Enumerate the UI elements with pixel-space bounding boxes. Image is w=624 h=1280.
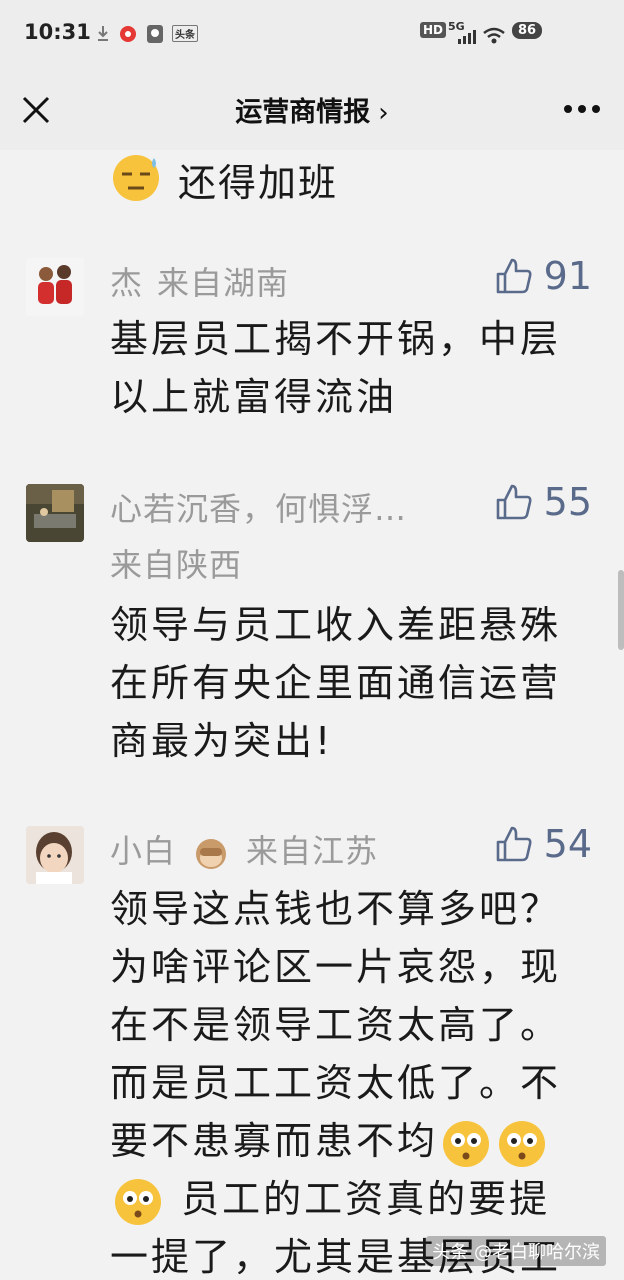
more-options-icon[interactable]	[562, 102, 602, 116]
username[interactable]: 心若沉香，何惧浮…	[110, 484, 407, 530]
signal-icon	[458, 30, 476, 44]
scrollbar[interactable]	[618, 570, 624, 650]
flushed-emoji-icon	[443, 1120, 490, 1167]
like-button[interactable]: 91	[494, 254, 592, 298]
comment-text-tail: 还得加班	[178, 161, 339, 205]
like-button[interactable]: 54	[494, 822, 592, 866]
comment-text: 基层员工揭不开锅，中层以上就富得流油	[110, 317, 562, 419]
hd-indicator: HD	[420, 22, 447, 38]
comment-meta: 杰来自湖南	[110, 258, 289, 304]
like-count: 55	[543, 480, 592, 524]
location: 来自陕西	[110, 546, 243, 584]
nav-bar: 运营商情报 ›	[0, 72, 624, 150]
text-line: 领导这点钱也不算多吧？	[110, 887, 562, 931]
text-line: 要不患寡而患不均	[110, 1119, 439, 1163]
username[interactable]: 小白	[110, 832, 176, 870]
battery-indicator: 86	[512, 22, 543, 39]
nav-title-button[interactable]: 运营商情报 ›	[0, 90, 624, 129]
comment-meta: 小白 来自江苏	[110, 826, 378, 872]
location: 来自湖南	[157, 264, 290, 302]
flushed-emoji-icon	[115, 1178, 161, 1225]
watermark: 头条 @老白聊哈尔滨	[426, 1236, 606, 1266]
sweat-emoji-icon	[113, 155, 159, 201]
comment-text: 领导与员工收入差距悬殊在所有央企里面通信运营商最为突出!	[110, 603, 562, 763]
like-count: 54	[543, 822, 592, 866]
monkey-badge-icon	[196, 839, 227, 869]
text-line: 为啥评论区一片哀怨，现	[110, 945, 562, 989]
text-line-with-emoji: 员工的工资真的要提	[110, 1170, 610, 1228]
comment-text: 领导这点钱也不算多吧？ 为啥评论区一片哀怨，现 在不是领导工资太高了。 而是员工…	[110, 880, 610, 1280]
download-icon	[98, 26, 108, 41]
avatar[interactable]	[26, 826, 84, 884]
thumbs-up-icon	[496, 258, 532, 294]
text-line-with-emoji: 要不患寡而患不均	[110, 1112, 610, 1170]
like-button[interactable]: 55	[494, 480, 592, 524]
toutiao-notification-icon: 头条	[172, 25, 198, 42]
thumbs-up-icon	[496, 826, 532, 862]
text-line: 员工的工资真的要提	[181, 1177, 551, 1221]
chevron-right-icon: ›	[378, 98, 389, 128]
text-line: 而是员工工资太低了。不	[110, 1061, 562, 1105]
app-notification-icon	[120, 26, 136, 42]
avatar[interactable]	[26, 258, 84, 316]
username[interactable]: 杰	[110, 264, 143, 302]
status-time: 10:31	[24, 20, 91, 44]
flushed-emoji-icon	[499, 1120, 546, 1167]
location: 来自江苏	[246, 832, 379, 870]
wifi-icon	[483, 27, 505, 44]
text-line: 在不是领导工资太高了。	[110, 1003, 562, 1047]
page-title: 运营商情报	[235, 97, 371, 128]
like-count: 91	[543, 254, 592, 298]
thumbs-up-icon	[496, 484, 532, 520]
status-bar: 10:31 头条 HD 5G 86	[0, 0, 624, 72]
comment-list[interactable]: 还得加班 杰来自湖南 91 基层员工揭不开锅，中层以上就富得流油 心若沉香，何惧…	[0, 150, 624, 1280]
map-notification-icon	[147, 25, 163, 43]
avatar[interactable]	[26, 484, 84, 542]
